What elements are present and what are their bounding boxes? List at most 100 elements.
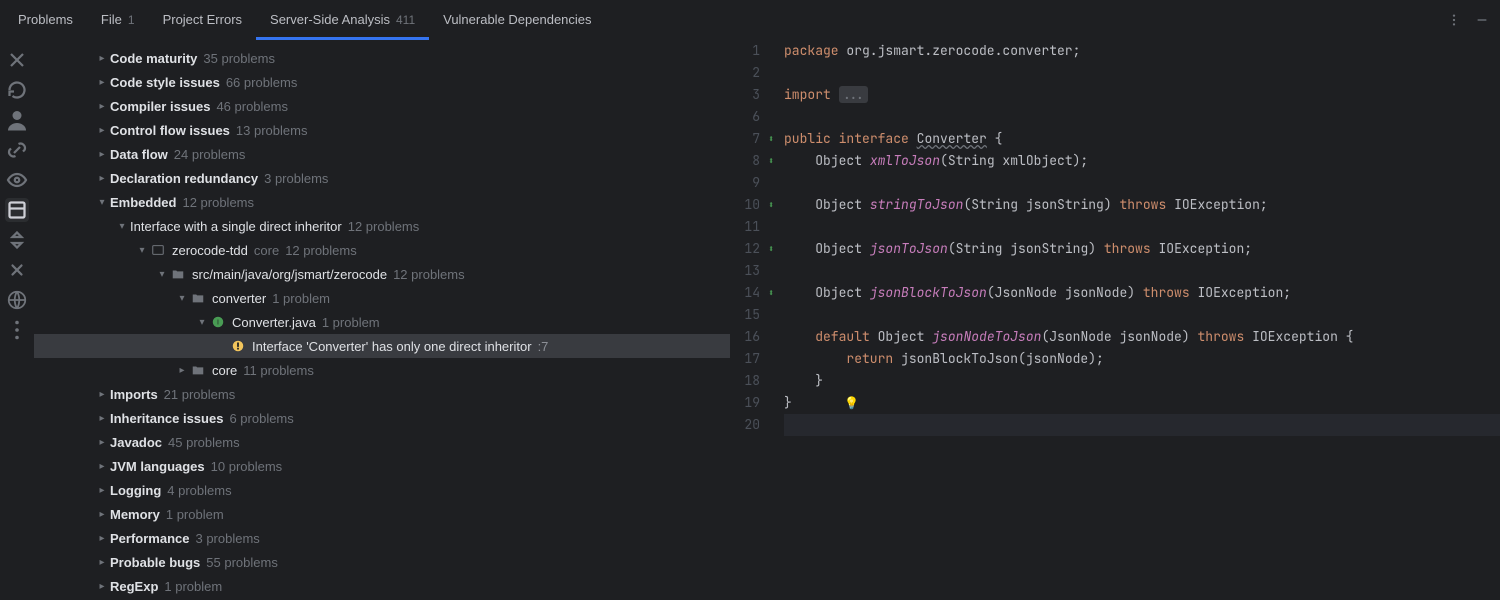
minimize-icon[interactable] [1468, 6, 1496, 34]
module-icon [150, 242, 166, 258]
chevron-right-icon[interactable]: ▸ [94, 485, 110, 496]
preview-icon[interactable] [5, 198, 29, 222]
tree-node[interactable]: ▾zerocode-tddcore 12 problems [34, 238, 730, 262]
collapse-icon[interactable] [5, 258, 29, 282]
chevron-right-icon[interactable]: ▸ [174, 365, 190, 376]
code-line[interactable]: import ... [784, 84, 1500, 106]
chevron-down-icon[interactable]: ▾ [94, 197, 110, 208]
tree-meta: 3 problems [195, 531, 259, 546]
tab-server-side-analysis[interactable]: Server-Side Analysis411 [256, 0, 429, 40]
chevron-right-icon[interactable]: ▸ [94, 437, 110, 448]
tree-label: Code style issues [110, 75, 220, 90]
code-line[interactable]: Object jsonBlockToJson(JsonNode jsonNode… [784, 282, 1500, 304]
close-icon[interactable] [5, 48, 29, 72]
tree-label: Data flow [110, 147, 168, 162]
tree-node[interactable]: ▾converter 1 problem [34, 286, 730, 310]
tree-node[interactable]: Interface 'Converter' has only one direc… [34, 334, 730, 358]
chevron-down-icon[interactable]: ▾ [174, 293, 190, 304]
code-line[interactable]: return jsonBlockToJson(jsonNode); [784, 348, 1500, 370]
tree-meta: 4 problems [167, 483, 231, 498]
tree-node[interactable]: ▸Performance 3 problems [34, 526, 730, 550]
svg-text:I: I [217, 320, 219, 327]
tree-label: Compiler issues [110, 99, 210, 114]
tree-node[interactable]: ▸Memory 1 problem [34, 502, 730, 526]
code-line[interactable]: }💡 [784, 392, 1500, 414]
tree-node[interactable]: ▾src/main/java/org/jsmart/zerocode 12 pr… [34, 262, 730, 286]
chevron-down-icon[interactable]: ▾ [194, 317, 210, 328]
user-icon[interactable] [5, 108, 29, 132]
tree-node[interactable]: ▸core 11 problems [34, 358, 730, 382]
code-line[interactable]: Object xmlToJson(String xmlObject); [784, 150, 1500, 172]
chevron-right-icon[interactable]: ▸ [94, 533, 110, 544]
more-icon[interactable] [5, 318, 29, 342]
code-area[interactable]: package org.jsmart.zerocode.converter; i… [784, 40, 1500, 600]
code-line[interactable] [784, 62, 1500, 84]
tree-node[interactable]: ▸Declaration redundancy 3 problems [34, 166, 730, 190]
tab-label: Problems [18, 12, 73, 27]
chevron-right-icon[interactable]: ▸ [94, 77, 110, 88]
tree-node[interactable]: ▸Inheritance issues 6 problems [34, 406, 730, 430]
code-line[interactable] [784, 216, 1500, 238]
tree-node[interactable]: ▸Control flow issues 13 problems [34, 118, 730, 142]
chevron-right-icon[interactable]: ▸ [94, 125, 110, 136]
tree-node[interactable]: ▸RegExp 1 problem [34, 574, 730, 598]
tree-label: Code maturity [110, 51, 197, 66]
chevron-right-icon[interactable]: ▸ [94, 509, 110, 520]
tree-meta: 45 problems [168, 435, 240, 450]
code-line[interactable] [784, 414, 1500, 436]
problems-tree[interactable]: ▸Code maturity 35 problems▸Code style is… [34, 40, 730, 600]
tree-node[interactable]: ▸JVM languages 10 problems [34, 454, 730, 478]
tree-node[interactable]: ▾Embedded 12 problems [34, 190, 730, 214]
tab-file[interactable]: File1 [87, 0, 149, 40]
chevron-right-icon[interactable]: ▸ [94, 461, 110, 472]
tree-node[interactable]: ▸Javadoc 45 problems [34, 430, 730, 454]
code-line[interactable]: public interface Converter { [784, 128, 1500, 150]
editor-gutter: ⬍⬍ ⬍ ⬍ ⬍ [768, 40, 784, 600]
tree-node[interactable]: ▾IConverter.java 1 problem [34, 310, 730, 334]
code-line[interactable] [784, 304, 1500, 326]
chevron-right-icon[interactable]: ▸ [94, 101, 110, 112]
expand-icon[interactable] [5, 228, 29, 252]
tree-label: src/main/java/org/jsmart/zerocode [192, 267, 387, 282]
more-options-icon[interactable] [1440, 6, 1468, 34]
link-icon[interactable] [5, 138, 29, 162]
refresh-icon[interactable] [5, 78, 29, 102]
chevron-right-icon[interactable]: ▸ [94, 557, 110, 568]
chevron-right-icon[interactable]: ▸ [94, 149, 110, 160]
code-line[interactable] [784, 260, 1500, 282]
code-line[interactable]: default Object jsonNodeToJson(JsonNode j… [784, 326, 1500, 348]
chevron-right-icon[interactable]: ▸ [94, 173, 110, 184]
tree-node[interactable]: ▸Code style issues 66 problems [34, 70, 730, 94]
chevron-right-icon[interactable]: ▸ [94, 53, 110, 64]
eye-icon[interactable] [5, 168, 29, 192]
tree-meta: 12 problems [348, 219, 420, 234]
intention-bulb-icon[interactable]: 💡 [844, 392, 859, 414]
chevron-down-icon[interactable]: ▾ [134, 245, 150, 256]
web-icon[interactable] [5, 288, 29, 312]
code-line[interactable] [784, 172, 1500, 194]
tree-node[interactable]: ▸Code maturity 35 problems [34, 46, 730, 70]
tree-node[interactable]: ▸Data flow 24 problems [34, 142, 730, 166]
chevron-right-icon[interactable]: ▸ [94, 413, 110, 424]
tree-meta: 3 problems [264, 171, 328, 186]
tab-vulnerable-dependencies[interactable]: Vulnerable Dependencies [429, 0, 605, 40]
tree-label: JVM languages [110, 459, 205, 474]
tree-node[interactable]: ▸Compiler issues 46 problems [34, 94, 730, 118]
code-line[interactable]: Object stringToJson(String jsonString) t… [784, 194, 1500, 216]
code-editor[interactable]: 12367891011121314151617181920 ⬍⬍ ⬍ ⬍ ⬍ p… [732, 40, 1500, 600]
code-line[interactable]: package org.jsmart.zerocode.converter; [784, 40, 1500, 62]
tree-label: Inheritance issues [110, 411, 223, 426]
code-line[interactable]: Object jsonToJson(String jsonString) thr… [784, 238, 1500, 260]
chevron-down-icon[interactable]: ▾ [154, 269, 170, 280]
code-line[interactable] [784, 106, 1500, 128]
chevron-right-icon[interactable]: ▸ [94, 581, 110, 592]
tab-problems[interactable]: Problems [4, 0, 87, 40]
tab-project-errors[interactable]: Project Errors [149, 0, 256, 40]
chevron-right-icon[interactable]: ▸ [94, 389, 110, 400]
tree-node[interactable]: ▾Interface with a single direct inherito… [34, 214, 730, 238]
chevron-down-icon[interactable]: ▾ [114, 221, 130, 232]
tree-node[interactable]: ▸Logging 4 problems [34, 478, 730, 502]
code-line[interactable]: } [784, 370, 1500, 392]
tree-node[interactable]: ▸Imports 21 problems [34, 382, 730, 406]
tree-node[interactable]: ▸Probable bugs 55 problems [34, 550, 730, 574]
